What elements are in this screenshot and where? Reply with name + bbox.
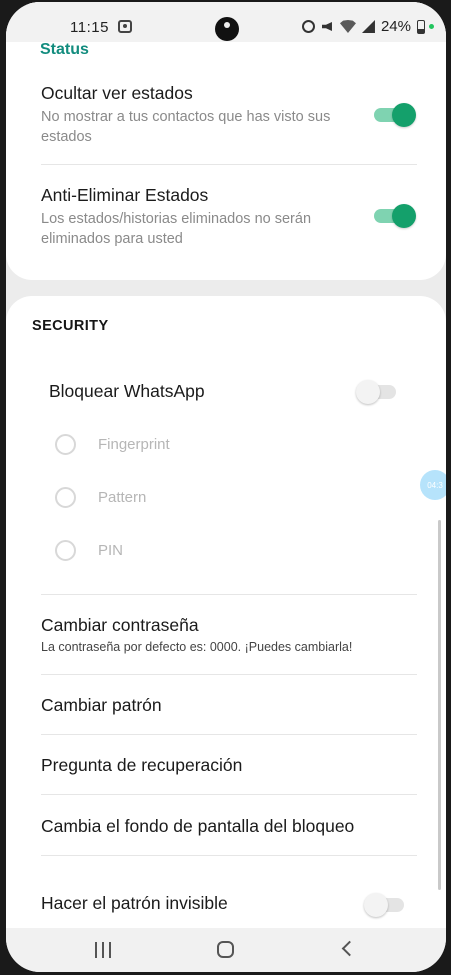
status-time: 11:15 (70, 19, 109, 36)
divider (41, 164, 417, 165)
mute-icon (321, 20, 334, 33)
radio-label-pin: PIN (98, 542, 124, 559)
status-bar: 11:15 24% (6, 2, 446, 42)
setting-subtitle-hide-status-views: No mostrar a tus contactos que has visto… (41, 109, 331, 145)
toggle-lock-whatsapp[interactable] (356, 380, 396, 404)
scrollbar[interactable] (438, 520, 441, 890)
setting-title-anti-delete-status[interactable]: Anti-Eliminar Estados (41, 185, 208, 206)
navigation-bar (6, 928, 446, 972)
signal-icon (361, 20, 375, 33)
setting-subtitle-change-password: La contraseña por defecto es: 0000. ¡Pue… (41, 640, 353, 654)
divider (41, 674, 417, 675)
camera-punch-hole (215, 17, 239, 41)
phone-screen: Status Ocultar ver estados No mostrar a … (6, 2, 446, 972)
setting-title-invisible-pattern[interactable]: Hacer el patrón invisible (41, 893, 228, 914)
divider (41, 594, 417, 595)
section-header-status: Status (40, 41, 89, 58)
floating-bubble[interactable]: 04:3 (420, 470, 446, 500)
battery-percent: 24% (380, 18, 411, 35)
radio-pin[interactable] (55, 540, 76, 561)
status-settings-card: Status Ocultar ver estados No mostrar a … (6, 2, 446, 280)
toggle-knob (392, 103, 416, 127)
home-icon[interactable] (217, 941, 234, 958)
toggle-invisible-pattern[interactable] (364, 893, 404, 917)
setting-title-change-password[interactable]: Cambiar contraseña (41, 615, 199, 636)
recent-apps-icon[interactable] (95, 942, 111, 958)
setting-title-lock-wallpaper[interactable]: Cambia el fondo de pantalla del bloqueo (41, 816, 354, 837)
battery-icon (417, 19, 425, 34)
radio-pattern[interactable] (55, 487, 76, 508)
divider (41, 855, 417, 856)
toggle-knob (364, 893, 388, 917)
radio-label-fingerprint: Fingerprint (98, 436, 170, 453)
status-icons: 24% (301, 18, 434, 35)
radio-fingerprint[interactable] (55, 434, 76, 455)
wifi-icon (339, 20, 356, 33)
toggle-knob (392, 204, 416, 228)
alarm-icon (301, 20, 315, 33)
setting-title-recovery-question[interactable]: Pregunta de recuperación (41, 755, 242, 776)
divider (41, 794, 417, 795)
back-icon[interactable] (341, 940, 358, 957)
privacy-indicator-dot (429, 24, 434, 29)
toggle-anti-delete-status[interactable] (374, 204, 416, 228)
radio-label-pattern: Pattern (98, 489, 147, 506)
setting-subtitle-anti-delete-status: Los estados/historias eliminados no será… (41, 211, 312, 247)
section-header-security: SECURITY (32, 318, 109, 334)
setting-title-change-pattern[interactable]: Cambiar patrón (41, 695, 162, 716)
toggle-knob (356, 380, 380, 404)
screen-record-icon (118, 20, 132, 33)
setting-title-lock-whatsapp[interactable]: Bloquear WhatsApp (49, 381, 205, 402)
toggle-hide-status-views[interactable] (374, 103, 416, 127)
setting-title-hide-status-views[interactable]: Ocultar ver estados (41, 83, 193, 104)
divider (41, 734, 417, 735)
